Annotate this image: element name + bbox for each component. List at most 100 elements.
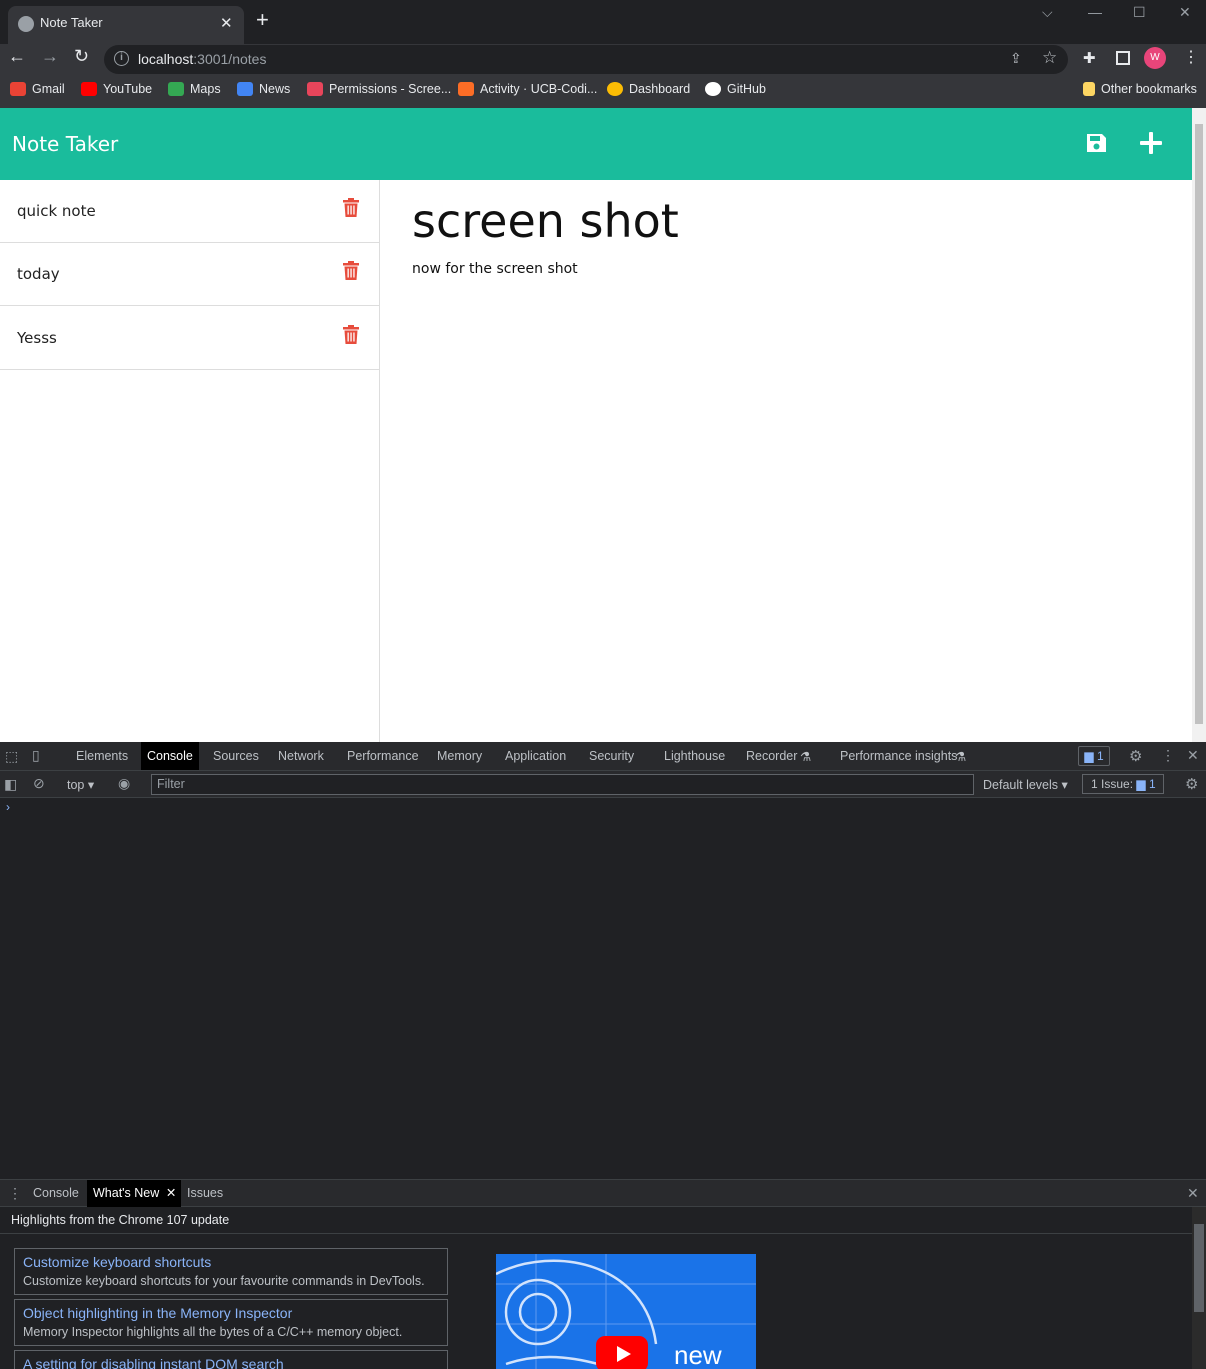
eye-icon[interactable]: ◉ xyxy=(118,775,130,792)
message-icon: ▆ xyxy=(1084,749,1094,763)
bookmark-news[interactable]: News xyxy=(237,82,290,96)
drawer-scrollbar[interactable] xyxy=(1192,1207,1206,1369)
tab-security[interactable]: Security xyxy=(583,742,640,770)
profile-avatar[interactable]: W xyxy=(1144,47,1166,69)
back-icon[interactable]: ← xyxy=(8,46,26,67)
devtools-menu-icon[interactable]: ⋮ xyxy=(1161,747,1175,764)
side-panel-icon[interactable] xyxy=(1116,51,1130,65)
sidebar-toggle-icon[interactable]: ◧ xyxy=(4,776,17,793)
globe-icon xyxy=(18,16,34,32)
bookmark-activity[interactable]: Activity · UCB-Codi... xyxy=(458,82,597,96)
menu-kebab-icon[interactable]: ⋮ xyxy=(1183,47,1199,67)
minimize-icon[interactable]: — xyxy=(1088,4,1102,20)
close-icon[interactable]: ✕ xyxy=(166,1180,176,1207)
new-note-icon[interactable] xyxy=(1139,131,1163,155)
list-item[interactable]: quick note xyxy=(0,180,379,243)
new-tab-button[interactable]: + xyxy=(256,9,269,31)
trash-icon[interactable] xyxy=(343,261,359,280)
page-scrollbar[interactable] xyxy=(1192,108,1206,742)
tab-recorder[interactable]: Recorder xyxy=(740,742,803,770)
bookmark-youtube[interactable]: YouTube xyxy=(81,82,152,96)
scrollbar-thumb[interactable] xyxy=(1195,124,1203,724)
bookmark-maps[interactable]: Maps xyxy=(168,82,221,96)
maximize-icon[interactable]: ☐ xyxy=(1133,4,1146,21)
drawer-tab-issues[interactable]: Issues xyxy=(181,1180,229,1207)
list-item[interactable]: today xyxy=(0,243,379,306)
tab-elements[interactable]: Elements xyxy=(70,742,134,770)
inspect-element-icon[interactable]: ⬚ xyxy=(5,748,18,765)
feature-title[interactable]: Object highlighting in the Memory Inspec… xyxy=(23,1305,292,1321)
bookmark-star-icon[interactable]: ☆ xyxy=(1042,48,1057,68)
permissions-icon xyxy=(307,82,323,96)
tab-close-icon[interactable]: ✕ xyxy=(220,14,233,32)
tab-search-icon[interactable]: ⌵ xyxy=(1042,4,1053,21)
save-note-icon[interactable] xyxy=(1085,132,1107,154)
drawer-close-icon[interactable]: ✕ xyxy=(1187,1185,1199,1202)
browser-toolbar: ← → ↻ i localhost:3001/notes ⇪ ☆ ✚ W ⋮ xyxy=(0,44,1206,74)
tab-sources[interactable]: Sources xyxy=(207,742,265,770)
note-text-field[interactable]: now for the screen shot xyxy=(412,261,578,277)
bookmark-permissions[interactable]: Permissions - Scree... xyxy=(307,82,451,96)
github-icon xyxy=(705,82,721,96)
feature-card[interactable]: Object highlighting in the Memory Inspec… xyxy=(14,1299,448,1346)
tab-performance[interactable]: Performance xyxy=(341,742,425,770)
app-brand[interactable]: Note Taker xyxy=(12,132,118,156)
log-levels-select[interactable]: Default levels ▾ xyxy=(983,777,1068,792)
share-icon[interactable]: ⇪ xyxy=(1010,50,1022,67)
console-toolbar: ◧ ⊘ top ▾ ◉ Filter Default levels ▾ 1 Is… xyxy=(0,771,1206,798)
tab-application[interactable]: Application xyxy=(499,742,572,770)
feature-title[interactable]: A setting for disabling instant DOM sear… xyxy=(23,1356,284,1369)
feature-title[interactable]: Customize keyboard shortcuts xyxy=(23,1254,211,1270)
site-info-icon[interactable]: i xyxy=(114,51,129,66)
tab-console[interactable]: Console xyxy=(141,742,199,770)
drawer-tabbar: ⋮ Console What's New ✕ Issues ✕ xyxy=(0,1179,1206,1207)
bookmark-github[interactable]: GitHub xyxy=(705,82,766,96)
issues-badge[interactable]: ▆ 1 xyxy=(1078,746,1110,766)
whats-new-heading: Highlights from the Chrome 107 update xyxy=(11,1213,230,1227)
feature-desc: Customize keyboard shortcuts for your fa… xyxy=(23,1274,425,1288)
flask-icon: ⚗ xyxy=(955,750,967,764)
issues-counter[interactable]: 1 Issue: ▆ 1 xyxy=(1082,774,1164,794)
drawer-menu-icon[interactable]: ⋮ xyxy=(8,1185,22,1202)
drawer-tab-console[interactable]: Console xyxy=(27,1180,85,1207)
trash-icon[interactable] xyxy=(343,325,359,344)
trash-icon[interactable] xyxy=(343,198,359,217)
filter-input[interactable]: Filter xyxy=(151,774,974,795)
bookmark-dashboard[interactable]: Dashboard xyxy=(607,82,690,96)
page-viewport: Note Taker quick note today Yesss screen… xyxy=(0,108,1192,742)
tab-performance-insights[interactable]: Performance insights xyxy=(834,742,963,770)
list-item[interactable]: Yesss xyxy=(0,307,379,370)
tab-network[interactable]: Network xyxy=(272,742,330,770)
gitlab-icon xyxy=(458,82,474,96)
devtools-panel: ⬚ ▯ Elements Console Sources Network Per… xyxy=(0,742,1206,1369)
bookmark-gmail[interactable]: Gmail xyxy=(10,82,65,96)
forward-icon[interactable]: → xyxy=(41,46,59,67)
console-settings-icon[interactable]: ⚙ xyxy=(1185,775,1198,793)
flask-icon: ⚗ xyxy=(800,750,812,764)
extensions-icon[interactable]: ✚ xyxy=(1083,49,1096,67)
address-bar[interactable]: i localhost:3001/notes ⇪ ☆ xyxy=(104,45,1068,74)
news-icon xyxy=(237,82,253,96)
scrollbar-thumb[interactable] xyxy=(1194,1224,1204,1312)
context-select[interactable]: top ▾ xyxy=(67,777,94,792)
note-item-title: today xyxy=(17,265,60,283)
tab-memory[interactable]: Memory xyxy=(431,742,488,770)
console-prompt[interactable]: › xyxy=(6,800,10,814)
video-thumbnail[interactable]: new xyxy=(496,1254,756,1369)
window-close-icon[interactable]: ✕ xyxy=(1179,4,1191,21)
other-bookmarks[interactable]: Other bookmarks xyxy=(1083,82,1197,96)
feature-card[interactable]: A setting for disabling instant DOM sear… xyxy=(14,1350,448,1369)
feature-card[interactable]: Customize keyboard shortcuts Customize k… xyxy=(14,1248,448,1295)
note-title-field[interactable]: screen shot xyxy=(412,194,679,248)
devtools-close-icon[interactable]: ✕ xyxy=(1187,747,1199,764)
drawer-tab-whats-new[interactable]: What's New ✕ xyxy=(87,1180,182,1207)
reload-icon[interactable]: ↻ xyxy=(74,46,89,67)
tab-lighthouse[interactable]: Lighthouse xyxy=(658,742,731,770)
note-list: quick note today Yesss xyxy=(0,180,380,742)
browser-tab[interactable]: Note Taker ✕ xyxy=(8,6,244,44)
url-text: localhost:3001/notes xyxy=(138,51,267,67)
message-icon: ▆ xyxy=(1136,777,1146,791)
clear-console-icon[interactable]: ⊘ xyxy=(33,775,45,792)
settings-gear-icon[interactable]: ⚙ xyxy=(1129,747,1142,765)
device-toggle-icon[interactable]: ▯ xyxy=(32,747,40,764)
